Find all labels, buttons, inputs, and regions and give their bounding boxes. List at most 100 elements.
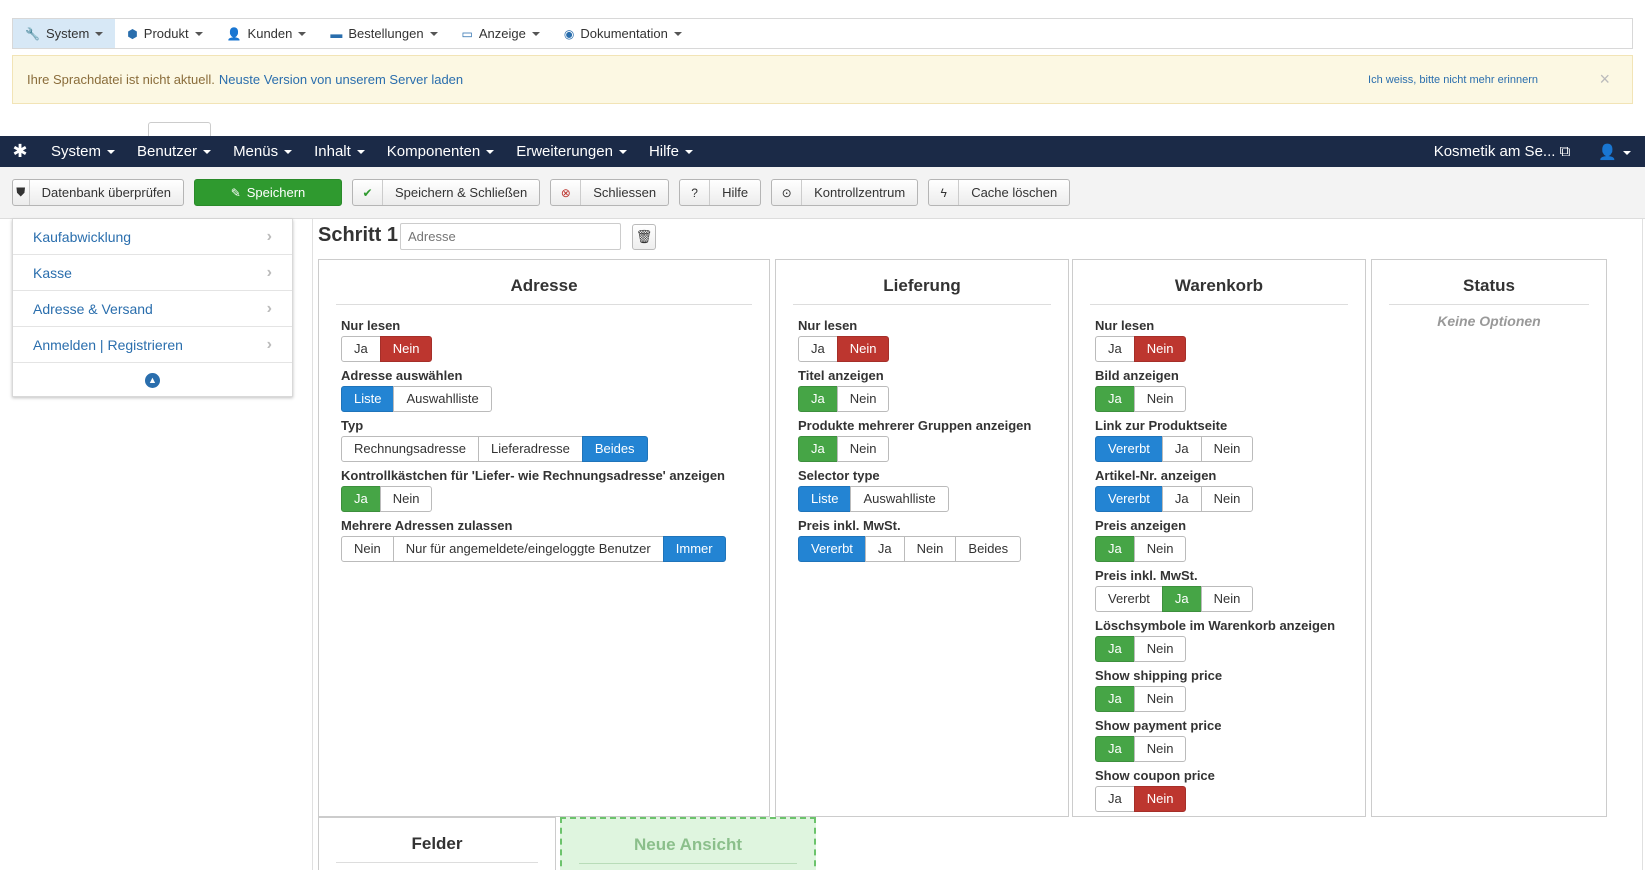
shop-menu-kunden[interactable]: 👤 Kunden xyxy=(215,19,319,48)
option-field: Nur lesen Ja Nein xyxy=(1095,317,1365,362)
admin-menu-inhalt[interactable]: Inhalt xyxy=(303,143,376,160)
toggle-option-button[interactable]: Ja xyxy=(798,386,838,412)
toggle-option-button[interactable]: Vererbt xyxy=(1095,436,1163,462)
admin-menu-menus[interactable]: Menüs xyxy=(222,143,303,160)
admin-menu-hilfe[interactable]: Hilfe xyxy=(638,143,704,160)
help-button[interactable]: ? Hilfe xyxy=(679,179,762,206)
sidebar-item-adresse-versand[interactable]: Adresse & Versand › xyxy=(13,291,292,327)
shop-menu-produkt[interactable]: ⬢ Produkt xyxy=(115,19,214,48)
joomla-logo-icon[interactable]: ✱ xyxy=(0,141,40,162)
panel-warenkorb: Warenkorb Nur lesen Ja Nein Bild anzeigen Ja… xyxy=(1072,259,1366,817)
user-menu[interactable]: 👤 xyxy=(1584,143,1645,161)
toggle-option-button[interactable]: Auswahlliste xyxy=(850,486,949,512)
option-field: Mehrere Adressen zulassen Nein Nur für ang… xyxy=(341,517,769,562)
shop-menu-dokumentation[interactable]: ◉ Dokumentation xyxy=(552,19,694,48)
toggle-option-button[interactable]: Vererbt xyxy=(1095,586,1163,612)
sidebar-item-anmelden[interactable]: Anmelden | Registrieren › xyxy=(13,327,292,363)
option-label: Löschsymbole im Warenkorb anzeigen xyxy=(1095,618,1336,633)
toggle-option-button[interactable]: Auswahlliste xyxy=(393,386,492,412)
admin-menu-benutzer[interactable]: Benutzer xyxy=(126,143,222,160)
check-database-button[interactable]: ⛊ Datenbank überprüfen xyxy=(12,179,184,206)
toggle-option-button[interactable]: Ja xyxy=(1095,636,1135,662)
toggle-option-button[interactable]: Nein xyxy=(836,436,890,462)
button-label: Cache löschen xyxy=(971,185,1058,200)
shop-menu-bestellungen[interactable]: ▬ Bestellungen xyxy=(318,19,449,48)
toggle-option-button[interactable]: Ja xyxy=(864,536,905,562)
option-field: Show payment price Ja Nein xyxy=(1095,717,1365,762)
toggle-option-button[interactable]: Nein xyxy=(1200,486,1254,512)
toggle-option-button[interactable]: Nein xyxy=(1133,336,1187,362)
toggle-option-button[interactable]: Lieferadresse xyxy=(478,436,583,462)
alert-update-link[interactable]: Neuste Version von unserem Server laden xyxy=(219,72,463,87)
save-button[interactable]: ✎ Speichern xyxy=(194,179,342,206)
toggle-button-group: Ja Nein xyxy=(1095,386,1187,412)
admin-menu-komponenten[interactable]: Komponenten xyxy=(376,143,505,160)
save-close-button[interactable]: ✔ Speichern & Schließen xyxy=(352,179,541,206)
toggle-option-button[interactable]: Nur für angemeldete/eingeloggte Benutzer xyxy=(392,536,664,562)
toggle-option-button[interactable]: Ja xyxy=(1161,486,1202,512)
control-center-button[interactable]: ⊙ Kontrollzentrum xyxy=(771,179,919,206)
toggle-option-button[interactable]: Nein xyxy=(1133,736,1187,762)
toggle-option-button[interactable]: Vererbt xyxy=(798,536,866,562)
toggle-option-button[interactable]: Nein xyxy=(341,536,394,562)
toggle-option-button[interactable]: Ja xyxy=(1095,686,1135,712)
toggle-option-button[interactable]: Ja xyxy=(798,336,838,362)
sidebar-item-kasse[interactable]: Kasse › xyxy=(13,255,292,291)
toggle-option-button[interactable]: Ja xyxy=(798,436,838,462)
toggle-option-button[interactable]: Ja xyxy=(1095,786,1135,812)
close-button[interactable]: ⊗ Schliessen xyxy=(550,179,670,206)
toggle-option-button[interactable]: Nein xyxy=(903,536,957,562)
clipped-strip xyxy=(0,118,1645,136)
shop-menu-system[interactable]: 🔧 System xyxy=(13,19,116,48)
option-label: Kontrollkästchen für 'Liefer- wie Rechnu… xyxy=(341,468,725,483)
toggle-option-button[interactable]: Nein xyxy=(836,336,890,362)
toggle-option-button[interactable]: Nein xyxy=(836,386,890,412)
option-label: Bild anzeigen xyxy=(1095,368,1179,383)
toggle-option-button[interactable]: Nein xyxy=(1133,386,1187,412)
toggle-option-button[interactable]: Ja xyxy=(1095,336,1135,362)
toggle-option-button[interactable]: Ja xyxy=(341,486,381,512)
toggle-option-button[interactable]: Immer xyxy=(662,536,726,562)
toggle-option-button[interactable]: Vererbt xyxy=(1095,486,1163,512)
trash-icon[interactable]: 🗑 xyxy=(632,224,656,250)
toggle-option-button[interactable]: Ja xyxy=(1161,436,1202,462)
toggle-option-button[interactable]: Beides xyxy=(581,436,648,462)
option-label: Preis inkl. MwSt. xyxy=(798,518,901,533)
toggle-option-button[interactable]: Nein xyxy=(1200,436,1254,462)
site-link[interactable]: Kosmetik am Se... ⧉ xyxy=(1434,143,1585,160)
toggle-option-button[interactable]: Rechnungsadresse xyxy=(341,436,480,462)
sidebar-item-kaufabwicklung[interactable]: Kaufabwicklung › xyxy=(13,219,292,255)
toggle-option-button[interactable]: Ja xyxy=(1095,536,1135,562)
toggle-option-button[interactable]: Ja xyxy=(341,336,381,362)
toggle-option-button[interactable]: Liste xyxy=(798,486,852,512)
step-name-input[interactable] xyxy=(400,223,621,250)
toggle-option-button[interactable]: Nein xyxy=(1133,786,1187,812)
toggle-option-button[interactable]: Beides xyxy=(955,536,1022,562)
clear-cache-button[interactable]: ϟ Cache löschen xyxy=(928,179,1071,206)
button-label: Schliessen xyxy=(593,185,657,200)
alert-remind-link[interactable]: Ich weiss, bitte nicht mehr erinnern xyxy=(1368,74,1538,86)
toggle-option-button[interactable]: Nein xyxy=(1133,536,1187,562)
site-name: Kosmetik am Se... xyxy=(1433,143,1556,160)
toggle-option-button[interactable]: Ja xyxy=(1095,736,1135,762)
toggle-option-button[interactable]: Nein xyxy=(379,336,433,362)
sidebar-item-label: Anmelden | Registrieren xyxy=(33,336,183,353)
toggle-option-button[interactable]: Nein xyxy=(379,486,433,512)
admin-menu-erweiterungen[interactable]: Erweiterungen xyxy=(505,143,638,160)
toggle-option-button[interactable]: Ja xyxy=(1161,586,1202,612)
admin-menu-label: Erweiterungen xyxy=(516,143,613,160)
toggle-button-group: Ja Nein xyxy=(1095,736,1187,762)
caret-down-icon xyxy=(284,149,293,154)
close-icon[interactable]: × xyxy=(1599,69,1610,90)
toggle-option-button[interactable]: Nein xyxy=(1133,636,1187,662)
toggle-option-button[interactable]: Nein xyxy=(1133,686,1187,712)
shop-menu-anzeige[interactable]: ▭ Anzeige xyxy=(450,19,552,48)
sidebar-collapse[interactable]: ▲ xyxy=(13,363,292,397)
panel-new-view-dropzone[interactable]: Neue Ansicht xyxy=(560,817,816,870)
toggle-option-button[interactable]: Ja xyxy=(1095,386,1135,412)
admin-menu-system[interactable]: System xyxy=(40,143,126,160)
shop-menu-label: Dokumentation xyxy=(580,26,668,41)
toggle-option-button[interactable]: Nein xyxy=(1200,586,1254,612)
toggle-option-button[interactable]: Liste xyxy=(341,386,395,412)
button-label: Speichern & Schließen xyxy=(395,185,528,200)
